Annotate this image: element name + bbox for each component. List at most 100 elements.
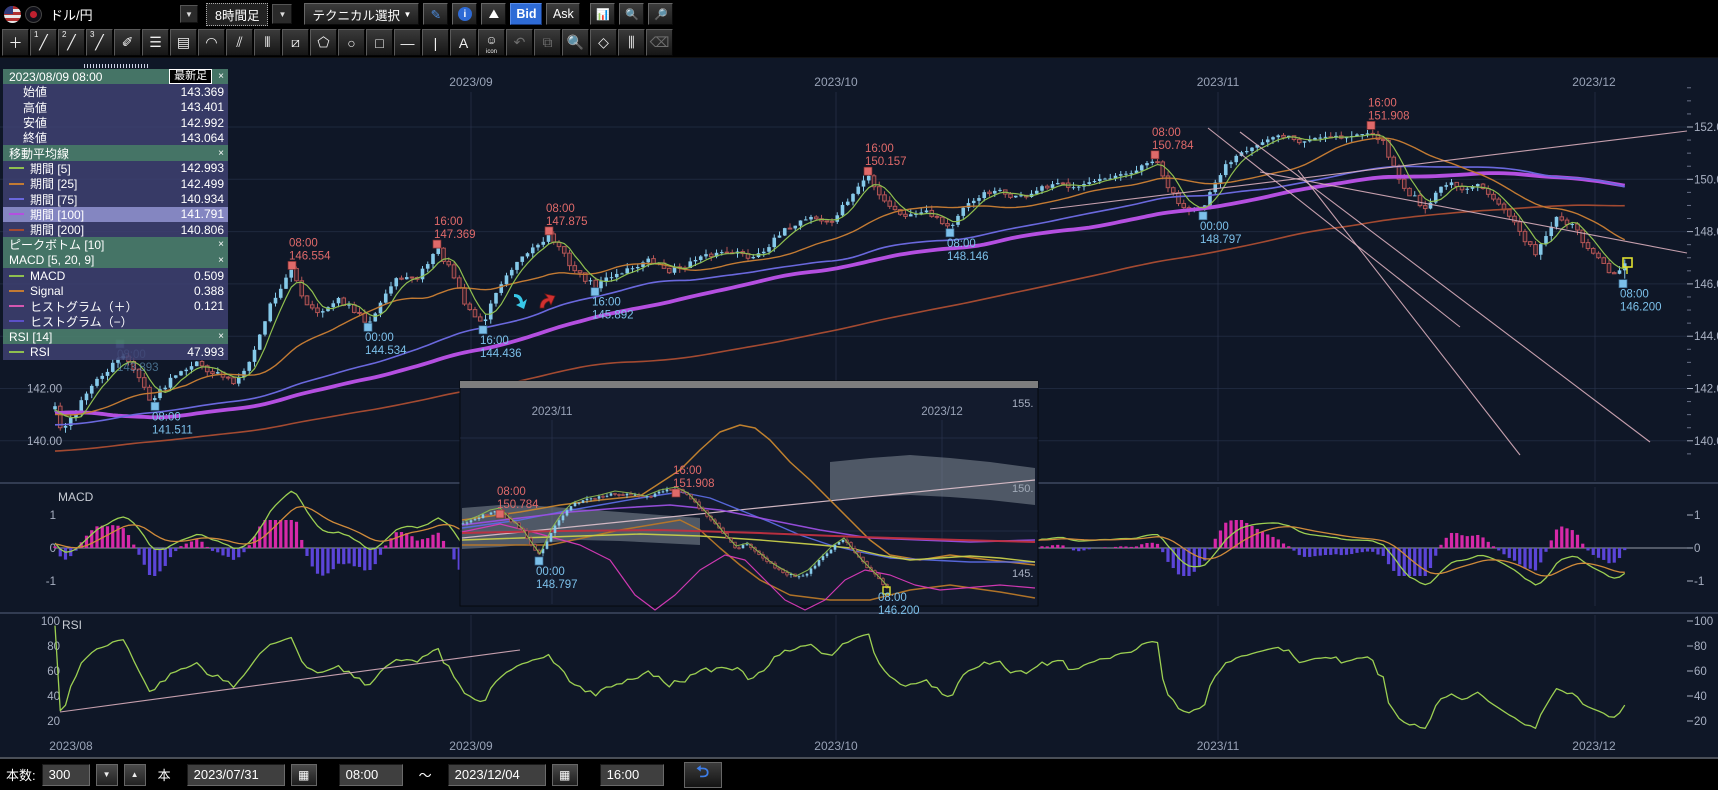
trendline-1-tool[interactable]: 1╱ <box>30 29 57 56</box>
svg-text:2023/11: 2023/11 <box>532 406 573 418</box>
text-tool[interactable]: A <box>450 29 477 56</box>
svg-text:40: 40 <box>47 691 60 703</box>
ruler-tool[interactable]: ✐ <box>114 29 141 56</box>
vertical-line-tool[interactable]: | <box>422 29 449 56</box>
rectangle-tool[interactable]: □ <box>366 29 393 56</box>
chart-window-button[interactable]: 📊 <box>590 3 615 25</box>
magnifier-tool[interactable]: 🔍 <box>562 29 589 56</box>
reset-range-button[interactable]: ⮌ <box>684 762 722 788</box>
svg-text:152.0: 152.0 <box>1694 122 1718 134</box>
chevron-down-icon[interactable]: ▼ <box>180 5 198 23</box>
svg-text:2023/09: 2023/09 <box>449 75 493 89</box>
horizontal-lines-tool[interactable]: ☰ <box>142 29 169 56</box>
delete-tool[interactable]: ⌫ <box>646 29 673 56</box>
pentagon-tool[interactable]: ⬠ <box>310 29 337 56</box>
parallel-lines-tool[interactable]: ▤ <box>170 29 197 56</box>
indicator-value: 140.934 <box>181 192 224 206</box>
section-title: RSI [14] <box>9 330 212 344</box>
trendline-1-icon: ╱ <box>39 34 47 51</box>
close-icon[interactable]: × <box>218 239 224 250</box>
trendline-2-tool[interactable]: 2╱ <box>58 29 85 56</box>
to-date-input[interactable]: 2023/12/04 <box>448 764 546 786</box>
indicator-row[interactable]: 期間 [5]142.993 <box>3 161 228 176</box>
eraser-tool[interactable]: ◇ <box>590 29 617 56</box>
indicator-value: 0.509 <box>194 269 224 283</box>
vertical-lines-tool[interactable]: ⦀ <box>254 29 281 56</box>
indicator-row[interactable]: Signal0.388 <box>3 283 228 298</box>
arc-tool[interactable]: ◠ <box>198 29 225 56</box>
close-icon[interactable]: × <box>218 255 224 266</box>
rectangle-icon: □ <box>375 35 383 51</box>
section-title: ピークボトム [10] <box>9 236 212 253</box>
indicator-data-panel[interactable]: 2023/08/09 08:00最新足×始値143.369高値143.401安値… <box>3 63 228 360</box>
fibonacci-fan-tool[interactable]: ⧄ <box>282 29 309 56</box>
ohlc-row: 終値143.064 <box>3 130 228 145</box>
crosshair-tool[interactable]: ＋ <box>2 29 29 56</box>
close-icon[interactable]: × <box>218 148 224 159</box>
to-calendar-button[interactable]: ▦ <box>552 764 578 786</box>
fan-lines-tool[interactable]: ⫽ <box>226 29 253 56</box>
svg-text:150.0: 150.0 <box>1694 174 1718 186</box>
svg-text:0: 0 <box>1694 543 1700 555</box>
circle-tool[interactable]: ○ <box>338 29 365 56</box>
to-time-input[interactable]: 16:00 <box>600 764 664 786</box>
bar-count-input[interactable]: 300 <box>42 764 90 786</box>
settings-sliders-tool[interactable]: ⫼ <box>618 29 645 56</box>
count-increment-button[interactable]: ▲ <box>124 764 146 786</box>
arc-icon: ◠ <box>205 34 217 51</box>
currency-pair-select[interactable]: ドル/円 ▼ <box>46 3 202 25</box>
trendline-3-tool[interactable]: 3╱ <box>86 29 113 56</box>
svg-text:20: 20 <box>1694 716 1707 728</box>
indicator-row[interactable]: ヒストグラム（＋）0.121 <box>3 298 228 313</box>
chart-canvas[interactable]: 2023/092023/102023/112023/122023/082023/… <box>0 0 1718 790</box>
indicator-row[interactable]: ヒストグラム（−） <box>3 314 228 329</box>
timeframe-select[interactable]: 8時間足 <box>206 3 268 26</box>
bid-button[interactable]: Bid <box>510 3 542 25</box>
svg-text:16:00: 16:00 <box>480 335 509 347</box>
return-arrow-icon: ⮌ <box>696 761 709 788</box>
from-time-input[interactable]: 08:00 <box>339 764 403 786</box>
svg-text:2023/11: 2023/11 <box>1197 75 1240 89</box>
svg-text:08:00: 08:00 <box>947 238 976 250</box>
copy-tool[interactable]: ⧉ <box>534 29 561 56</box>
pencil-button[interactable]: ✎ <box>423 3 448 25</box>
parallel-lines-icon: ▤ <box>177 34 190 51</box>
svg-text:08:00: 08:00 <box>497 486 526 498</box>
crosshair-icon: ＋ <box>9 33 23 53</box>
svg-text:-1: -1 <box>46 576 56 588</box>
close-icon[interactable]: × <box>218 331 224 342</box>
circle-icon: ○ <box>347 35 355 51</box>
area-chart-button[interactable]: ⛰ <box>481 3 506 25</box>
indicator-row[interactable]: 期間 [75]140.934 <box>3 191 228 206</box>
zoom-in-button[interactable]: 🔍 <box>619 3 644 25</box>
chart-application: ドル/円 ▼ 8時間足 ▼ テクニカル選択 ▼ ✎ i ⛰ Bid Ask 📊 … <box>0 0 1718 790</box>
count-decrement-button[interactable]: ▼ <box>96 764 118 786</box>
from-calendar-button[interactable]: ▦ <box>291 764 317 786</box>
svg-text:80: 80 <box>47 641 60 653</box>
indicator-row[interactable]: 期間 [25]142.499 <box>3 176 228 191</box>
indicator-section-header: ピークボトム [10] × <box>3 237 228 252</box>
undo-tool[interactable]: ↶ <box>506 29 533 56</box>
indicator-row[interactable]: MACD0.509 <box>3 268 228 283</box>
ask-button[interactable]: Ask <box>546 3 580 25</box>
indicator-value: 0.388 <box>194 284 224 298</box>
indicator-row[interactable]: 期間 [200]140.806 <box>3 222 228 237</box>
icon-stamp-tool[interactable]: icon☺ <box>478 29 505 56</box>
svg-text:1: 1 <box>50 510 56 522</box>
svg-text:08:00: 08:00 <box>878 592 907 604</box>
from-date-input[interactable]: 2023/07/31 <box>187 764 285 786</box>
from-time-value: 08:00 <box>346 767 379 782</box>
zoom-range-button[interactable]: 🔎 <box>648 3 673 25</box>
horizontal-line-tool[interactable]: — <box>394 29 421 56</box>
indicator-row[interactable]: RSI47.993 <box>3 344 228 359</box>
svg-text:2023/08: 2023/08 <box>49 739 93 753</box>
info-button[interactable]: i <box>452 3 477 25</box>
latest-bar-badge: 最新足 <box>169 69 212 84</box>
svg-text:08:00: 08:00 <box>289 237 318 249</box>
timeframe-chevron-down-icon[interactable]: ▼ <box>272 4 292 24</box>
technical-select-button[interactable]: テクニカル選択 ▼ <box>304 3 419 25</box>
indicator-row[interactable]: 期間 [100]141.791 <box>3 207 228 222</box>
candle-chart-icon: 📊 <box>596 8 610 21</box>
svg-text:155.: 155. <box>1012 398 1033 410</box>
close-icon[interactable]: × <box>218 71 224 82</box>
